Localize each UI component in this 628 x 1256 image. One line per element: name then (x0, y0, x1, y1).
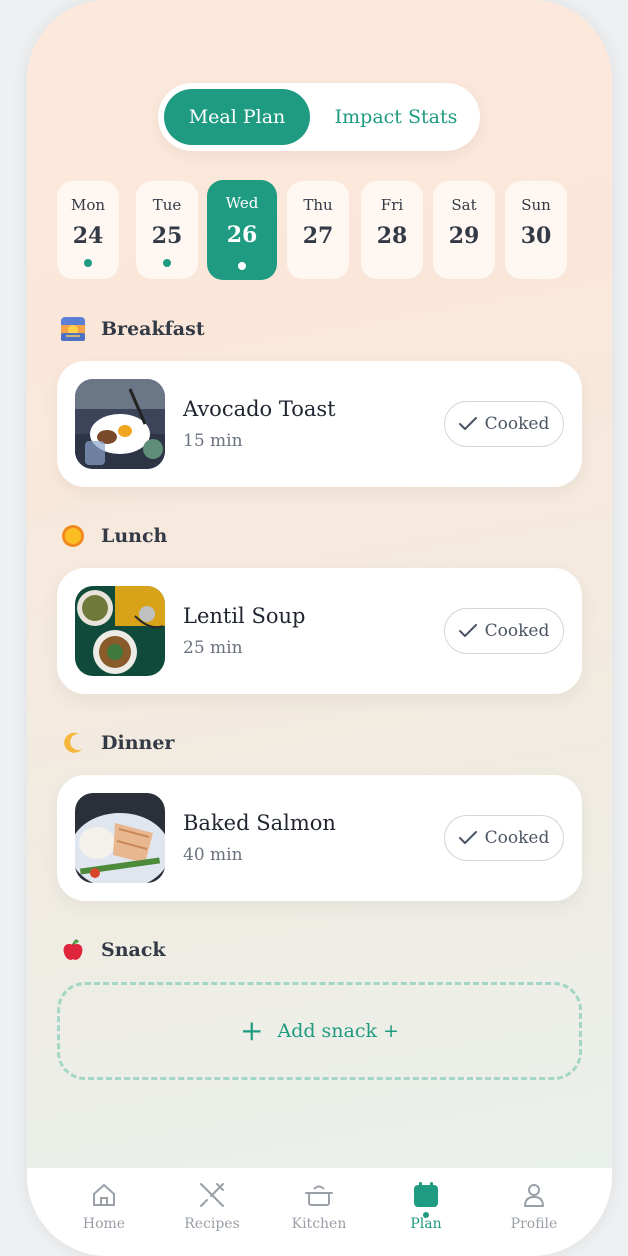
day-name: Fri (380, 196, 404, 214)
nav-label: Plan (410, 1216, 442, 1232)
planned-dot (84, 259, 92, 267)
meal-time: 15 min (183, 431, 243, 451)
day-sat[interactable]: Sat 29 (433, 181, 495, 279)
day-number: 28 (376, 223, 408, 249)
check-icon (458, 624, 477, 637)
day-number: 25 (151, 223, 183, 249)
meal-photo (75, 586, 165, 676)
view-toggle: Meal Plan Impact Stats (158, 83, 480, 151)
meal-photo (75, 379, 165, 469)
cooked-button[interactable]: Cooked (444, 608, 564, 654)
nav-label: Home (82, 1216, 126, 1232)
meal-name: Lentil Soup (183, 604, 306, 628)
nav-plan[interactable]: Plan (381, 1180, 471, 1232)
day-number: 30 (520, 223, 552, 249)
active-indicator (423, 1212, 429, 1218)
home-icon (59, 1180, 149, 1210)
meal-card-lunch[interactable]: Lentil Soup 25 min Cooked (57, 568, 582, 694)
day-wed[interactable]: Wed 26 (207, 180, 277, 280)
meal-time: 40 min (183, 845, 243, 865)
utensils-icon (167, 1180, 257, 1210)
nav-profile[interactable]: Profile (489, 1180, 579, 1232)
day-tue[interactable]: Tue 25 (136, 181, 198, 279)
cooked-label: Cooked (484, 621, 550, 641)
section-label: Lunch (101, 525, 168, 547)
cooked-button[interactable]: Cooked (444, 401, 564, 447)
section-label: Breakfast (101, 318, 205, 340)
day-sun[interactable]: Sun 30 (505, 181, 567, 279)
nav-label: Profile (510, 1216, 558, 1232)
day-name: Thu (303, 196, 333, 214)
day-name: Wed (225, 194, 259, 212)
user-icon (489, 1180, 579, 1210)
bottom-nav: Home Recipes Kitchen Plan Profile (27, 1168, 612, 1256)
add-snack-button[interactable]: + Add snack + (57, 982, 582, 1080)
breakfast-heading: Breakfast (60, 314, 205, 344)
day-number: 27 (302, 223, 334, 249)
meal-time: 25 min (183, 638, 243, 658)
meal-photo (75, 793, 165, 883)
calendar-icon (381, 1180, 471, 1210)
day-name: Sat (451, 196, 477, 214)
nav-recipes[interactable]: Recipes (167, 1180, 257, 1232)
nav-home[interactable]: Home (59, 1180, 149, 1232)
crescent-moon-icon (60, 730, 86, 756)
cooked-label: Cooked (484, 828, 550, 848)
add-snack-label: Add snack + (277, 1020, 399, 1042)
planned-dot (163, 259, 171, 267)
meal-name: Avocado Toast (183, 397, 336, 421)
day-name: Tue (152, 196, 182, 214)
check-icon (458, 831, 477, 844)
cooked-button[interactable]: Cooked (444, 815, 564, 861)
meal-card-dinner[interactable]: Baked Salmon 40 min Cooked (57, 775, 582, 901)
section-label: Dinner (101, 732, 175, 754)
lunch-heading: Lunch (60, 521, 167, 551)
tab-meal-plan[interactable]: Meal Plan (164, 89, 310, 145)
day-number: 29 (448, 223, 480, 249)
sunrise-icon (60, 316, 86, 342)
tab-impact-stats[interactable]: Impact Stats (318, 89, 474, 145)
dinner-heading: Dinner (60, 728, 174, 758)
planned-dot (238, 262, 246, 270)
cooked-label: Cooked (484, 414, 550, 434)
meal-card-breakfast[interactable]: Avocado Toast 15 min Cooked (57, 361, 582, 487)
day-number: 24 (72, 223, 104, 249)
nav-label: Recipes (184, 1216, 240, 1232)
pot-icon (274, 1180, 364, 1210)
day-thu[interactable]: Thu 27 (287, 181, 349, 279)
phone-screen: Meal Plan Impact Stats Mon 24 Tue 25 Wed… (27, 0, 612, 1256)
day-number: 26 (226, 222, 258, 248)
check-icon (458, 417, 477, 430)
day-name: Mon (70, 196, 106, 214)
snack-heading: Snack (60, 935, 166, 965)
nav-kitchen[interactable]: Kitchen (274, 1180, 364, 1232)
day-fri[interactable]: Fri 28 (361, 181, 423, 279)
meal-name: Baked Salmon (183, 811, 336, 835)
day-name: Sun (521, 196, 551, 214)
section-label: Snack (101, 939, 166, 961)
day-mon[interactable]: Mon 24 (57, 181, 119, 279)
nav-label: Kitchen (291, 1216, 347, 1232)
plus-icon: + (240, 1014, 264, 1047)
sun-icon (60, 523, 86, 549)
apple-icon (60, 937, 86, 963)
